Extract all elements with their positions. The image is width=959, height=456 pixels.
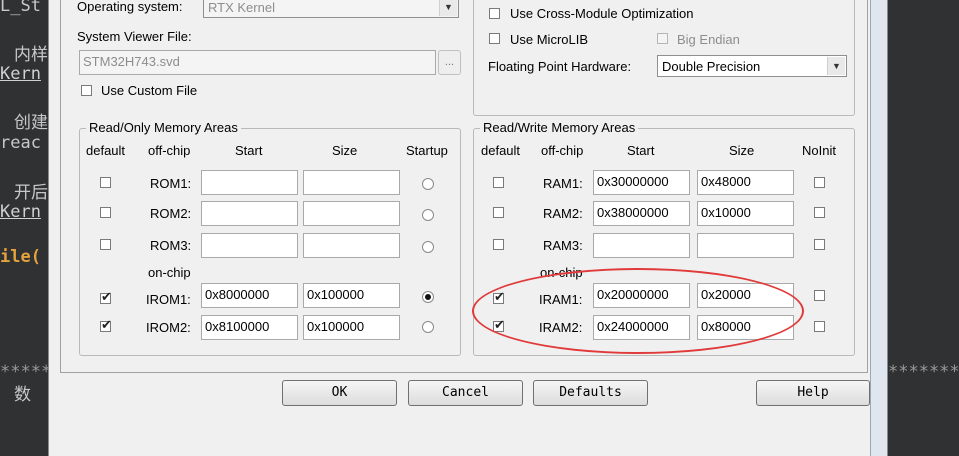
radio-dot-icon bbox=[425, 294, 431, 300]
ro-onchip-label: on-chip bbox=[148, 265, 191, 280]
annotation-ellipse bbox=[472, 268, 804, 354]
rom3-label: ROM3: bbox=[150, 238, 192, 253]
rom3-default-checkbox[interactable] bbox=[100, 239, 111, 250]
ram3-label: RAM3: bbox=[543, 238, 583, 253]
code-line: 内样 bbox=[14, 45, 48, 65]
microlib-checkbox[interactable] bbox=[489, 33, 500, 44]
irom2-startup-radio[interactable] bbox=[422, 321, 434, 333]
fph-combo[interactable]: Double Precision ▼ bbox=[657, 55, 847, 77]
os-combo[interactable]: RTX Kernel ▼ bbox=[203, 0, 459, 18]
ro-header-start: Start bbox=[235, 143, 263, 158]
ro-header-size: Size bbox=[332, 143, 358, 158]
rw-memory-title: Read/Write Memory Areas bbox=[480, 120, 639, 135]
os-label: Operating system: bbox=[77, 0, 183, 14]
irom2-start-input[interactable]: 0x8100000 bbox=[201, 315, 298, 340]
use-custom-file-checkbox[interactable] bbox=[81, 85, 92, 96]
iram1-noinit-checkbox[interactable] bbox=[814, 290, 825, 301]
rw-header-start: Start bbox=[627, 143, 655, 158]
fph-label: Floating Point Hardware: bbox=[488, 59, 632, 74]
code-line: ******* bbox=[888, 362, 959, 382]
big-endian-checkbox[interactable] bbox=[657, 33, 668, 44]
fph-combo-value: Double Precision bbox=[662, 59, 761, 74]
ok-button[interactable]: OK bbox=[282, 380, 397, 406]
code-line: Kern bbox=[0, 202, 41, 222]
check-icon: ✔ bbox=[101, 317, 112, 332]
ro-header-startup: Startup bbox=[406, 143, 448, 158]
irom2-default-checkbox[interactable]: ✔ bbox=[100, 317, 112, 332]
ro-header-offchip: off-chip bbox=[148, 143, 191, 158]
rom2-label: ROM2: bbox=[150, 206, 192, 221]
code-line: ile( bbox=[0, 247, 41, 267]
help-button[interactable]: Help bbox=[756, 380, 870, 406]
chevron-down-icon: ▼ bbox=[827, 57, 845, 75]
cross-module-checkbox[interactable] bbox=[489, 8, 500, 19]
irom1-size-input[interactable]: 0x100000 bbox=[303, 283, 400, 308]
sysviewer-field[interactable]: STM32H743.svd bbox=[79, 50, 436, 75]
rom2-size-input[interactable] bbox=[303, 201, 400, 226]
rw-header-default: default bbox=[481, 143, 521, 158]
ram1-start-input[interactable]: 0x30000000 bbox=[593, 170, 690, 195]
rom2-start-input[interactable] bbox=[201, 201, 298, 226]
microlib-label: Use MicroLIB bbox=[510, 32, 589, 47]
ram1-default-checkbox[interactable] bbox=[493, 177, 504, 188]
rom1-startup-radio[interactable] bbox=[422, 178, 434, 190]
ro-header-default: default bbox=[86, 143, 126, 158]
ram1-label: RAM1: bbox=[543, 176, 583, 191]
rom1-default-checkbox[interactable] bbox=[100, 177, 111, 188]
code-line: ***** bbox=[0, 362, 52, 382]
dialog-frame bbox=[870, 0, 887, 456]
ram2-noinit-checkbox[interactable] bbox=[814, 207, 825, 218]
iram2-noinit-checkbox[interactable] bbox=[814, 321, 825, 332]
os-combo-value: RTX Kernel bbox=[208, 0, 275, 15]
ram3-noinit-checkbox[interactable] bbox=[814, 239, 825, 250]
code-line: Kern bbox=[0, 64, 41, 84]
browse-button[interactable]: ... bbox=[438, 50, 461, 75]
ram2-start-input[interactable]: 0x38000000 bbox=[593, 201, 690, 226]
ram2-size-input[interactable]: 0x10000 bbox=[697, 201, 794, 226]
defaults-button[interactable]: Defaults bbox=[533, 380, 648, 406]
ro-memory-title: Read/Only Memory Areas bbox=[86, 120, 241, 135]
sysviewer-label: System Viewer File: bbox=[77, 29, 192, 44]
code-line: 数 bbox=[14, 385, 31, 405]
irom1-startup-radio[interactable] bbox=[422, 291, 434, 303]
rom1-label: ROM1: bbox=[150, 176, 192, 191]
rom2-default-checkbox[interactable] bbox=[100, 207, 111, 218]
ram3-size-input[interactable] bbox=[697, 233, 794, 258]
cross-module-label: Use Cross-Module Optimization bbox=[510, 6, 694, 21]
rom3-size-input[interactable] bbox=[303, 233, 400, 258]
rw-header-size: Size bbox=[729, 143, 755, 158]
ram3-start-input[interactable] bbox=[593, 233, 690, 258]
ram1-noinit-checkbox[interactable] bbox=[814, 177, 825, 188]
ram1-size-input[interactable]: 0x48000 bbox=[697, 170, 794, 195]
irom2-size-input[interactable]: 0x100000 bbox=[303, 315, 400, 340]
code-line: 创建 bbox=[14, 113, 48, 133]
ram3-default-checkbox[interactable] bbox=[493, 239, 504, 250]
rom1-size-input[interactable] bbox=[303, 170, 400, 195]
irom1-start-input[interactable]: 0x8000000 bbox=[201, 283, 298, 308]
ram2-default-checkbox[interactable] bbox=[493, 207, 504, 218]
big-endian-label: Big Endian bbox=[677, 32, 740, 47]
ram2-label: RAM2: bbox=[543, 206, 583, 221]
rom3-startup-radio[interactable] bbox=[422, 241, 434, 253]
irom1-default-checkbox[interactable]: ✔ bbox=[100, 289, 112, 304]
code-line: reac bbox=[0, 133, 41, 153]
rw-header-offchip: off-chip bbox=[541, 143, 584, 158]
use-custom-file-label: Use Custom File bbox=[101, 83, 198, 98]
code-line: L_St bbox=[0, 0, 41, 16]
rw-header-noinit: NoInit bbox=[802, 143, 836, 158]
cancel-button[interactable]: Cancel bbox=[408, 380, 523, 406]
chevron-down-icon: ▼ bbox=[439, 0, 457, 16]
check-icon: ✔ bbox=[101, 289, 112, 304]
code-line: 开后 bbox=[14, 183, 48, 203]
rom1-start-input[interactable] bbox=[201, 170, 298, 195]
irom2-label: IROM2: bbox=[146, 320, 191, 335]
rom2-startup-radio[interactable] bbox=[422, 209, 434, 221]
rom3-start-input[interactable] bbox=[201, 233, 298, 258]
irom1-label: IROM1: bbox=[146, 292, 191, 307]
